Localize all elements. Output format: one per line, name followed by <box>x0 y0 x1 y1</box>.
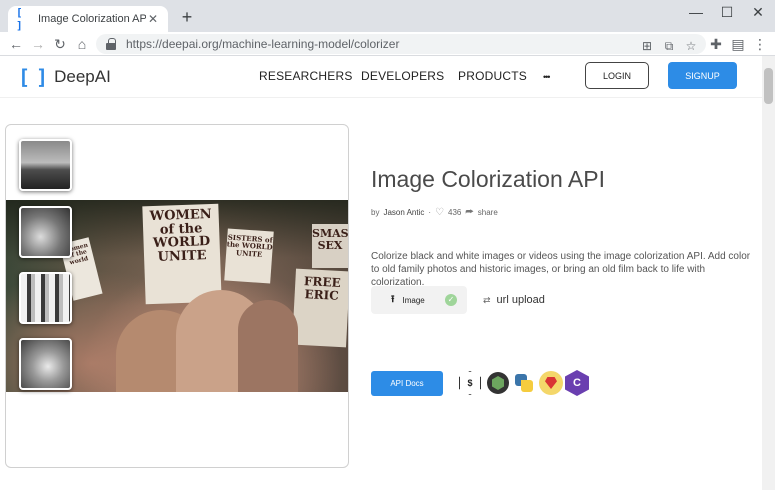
protest-sign: SISTERS of the WORLD UNITE <box>224 228 274 284</box>
window-close-icon[interactable]: ✕ <box>748 4 768 21</box>
python-icon-part <box>521 380 533 392</box>
share-link[interactable]: share <box>478 208 498 217</box>
heart-icon[interactable]: ♡ <box>435 207 444 218</box>
tab-strip: [ ] Image Colorization API | DeepA ✕ + —… <box>0 0 775 32</box>
example-thumbnail[interactable] <box>19 206 72 258</box>
forward-arrow-icon[interactable]: → <box>28 34 48 54</box>
like-count: 436 <box>448 208 462 217</box>
screenshot-icon[interactable]: ⧉ <box>660 36 678 56</box>
minimize-icon[interactable]: — <box>686 4 706 20</box>
csharp-icon[interactable]: C <box>565 370 589 396</box>
site-header: [ ] DeepAI RESEARCHERS DEVELOPERS PRODUC… <box>0 56 762 98</box>
signup-button[interactable]: SIGNUP <box>668 62 737 89</box>
example-thumbnail[interactable] <box>19 338 72 390</box>
author-link[interactable]: Jason Antic <box>383 208 424 217</box>
description: Colorize black and white images or video… <box>371 251 751 288</box>
swap-icon: ⇄ <box>483 294 491 305</box>
nav-products[interactable]: PRODUCTS <box>458 69 527 83</box>
back-arrow-icon[interactable]: ← <box>6 34 26 54</box>
bookmark-star-icon[interactable]: ☆ <box>682 36 700 56</box>
browser-toolbar: ← → ↻ ⌂ https://deepai.org/machine-learn… <box>0 32 775 56</box>
demo-panel: WOMEN of the WORLD UNITE SISTERS of the … <box>5 124 349 468</box>
page-title: Image Colorization API <box>371 166 605 192</box>
shell-icon[interactable]: $ <box>459 371 481 395</box>
ruby-icon[interactable] <box>539 371 563 395</box>
page-scrollbar[interactable] <box>762 56 775 490</box>
upload-label: Image <box>402 295 425 305</box>
address-bar[interactable]: https://deepai.org/machine-learning-mode… <box>96 34 706 54</box>
deepai-logo[interactable]: [ ] DeepAI <box>18 65 111 89</box>
by-label: by <box>371 208 380 217</box>
lock-icon[interactable] <box>106 38 116 50</box>
byline: by Jason Antic · ♡ 436 ⮫ share <box>371 207 498 218</box>
separator: · <box>428 208 432 217</box>
new-tab-icon[interactable]: + <box>178 8 196 26</box>
upload-icon: ⭱ <box>391 293 395 305</box>
reload-icon[interactable]: ↻ <box>50 34 70 54</box>
check-icon: ✓ <box>445 294 457 306</box>
close-icon[interactable]: ✕ <box>146 12 160 26</box>
scrollbar-thumb[interactable] <box>764 68 773 104</box>
example-thumbnail[interactable] <box>19 139 72 191</box>
logo-text: DeepAI <box>54 67 111 86</box>
protest-sign: FREE ERIC <box>292 268 348 348</box>
tab-title: Image Colorization API | DeepA <box>38 13 146 25</box>
nav-more-icon[interactable]: ••• <box>543 72 551 82</box>
menu-icon[interactable]: ⋮ <box>750 34 770 54</box>
url-upload-label: url upload <box>496 294 545 306</box>
python-icon[interactable] <box>513 372 535 394</box>
api-docs-button[interactable]: API Docs <box>371 371 443 396</box>
logo-bracket-left: [ <box>18 65 31 89</box>
crowd-figure <box>238 300 298 392</box>
page: [ ] DeepAI RESEARCHERS DEVELOPERS PRODUC… <box>0 56 762 490</box>
browser-tab[interactable]: [ ] Image Colorization API | DeepA ✕ <box>8 6 168 32</box>
maximize-icon[interactable]: ☐ <box>717 4 737 21</box>
url-text: https://deepai.org/machine-learning-mode… <box>126 37 400 51</box>
nav-researchers[interactable]: RESEARCHERS <box>259 69 353 83</box>
nav-developers[interactable]: DEVELOPERS <box>361 69 444 83</box>
share-icon[interactable]: ⮫ <box>465 207 473 218</box>
login-button[interactable]: LOGIN <box>585 62 649 89</box>
protest-sign: WOMEN of the WORLD UNITE <box>142 203 222 305</box>
browser-chrome: [ ] Image Colorization API | DeepA ✕ + —… <box>0 0 775 56</box>
url-upload-button[interactable]: ⇄ url upload <box>483 294 545 306</box>
protest-sign: SMAS SEX <box>312 224 348 268</box>
home-icon[interactable]: ⌂ <box>72 34 92 54</box>
example-thumbnail[interactable] <box>19 272 72 324</box>
image-upload-button[interactable]: ⭱ Image ✓ <box>371 286 467 314</box>
nodejs-icon[interactable] <box>487 372 509 394</box>
translate-icon[interactable]: ⊞ <box>638 36 656 56</box>
deepai-favicon-icon: [ ] <box>16 6 23 32</box>
extensions-icon[interactable]: ✚ <box>706 34 726 54</box>
profile-icon[interactable]: ▤ <box>728 34 748 54</box>
logo-bracket-right: ] <box>36 65 49 89</box>
